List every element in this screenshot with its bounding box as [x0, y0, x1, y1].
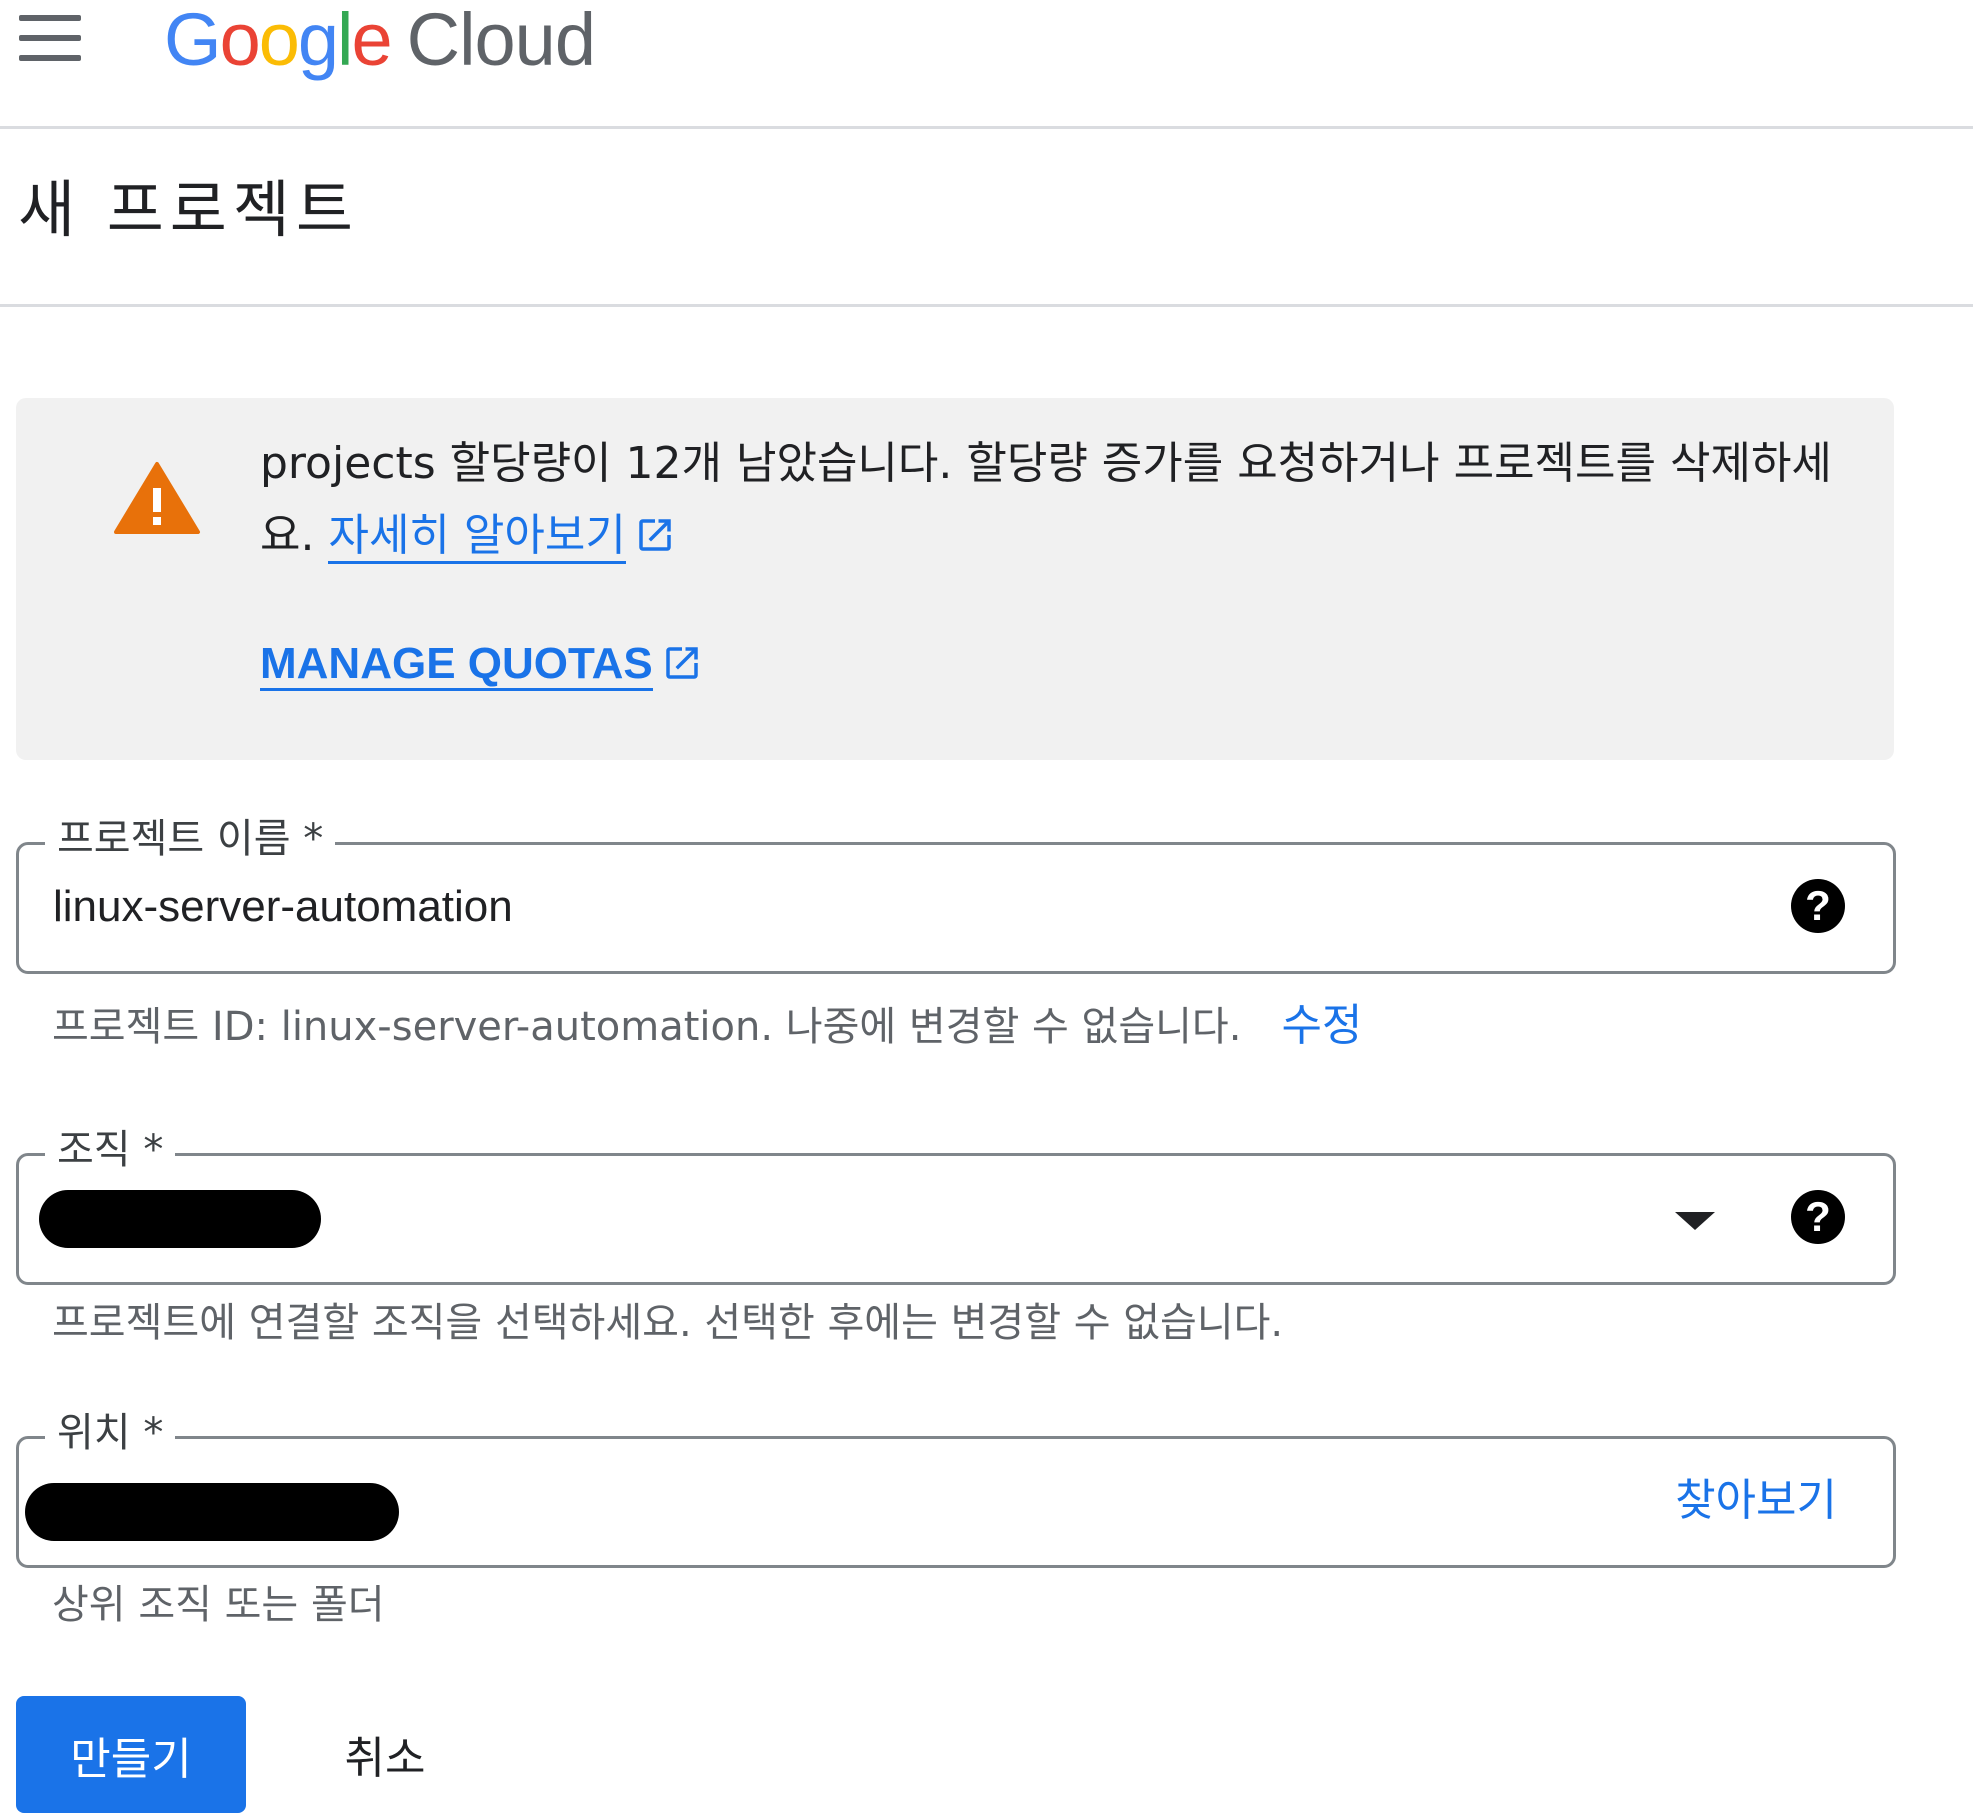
- logo-product-name: Cloud: [406, 0, 596, 81]
- location-helper: 상위 조직 또는 폴더: [52, 1582, 385, 1628]
- project-id-helper: 프로젝트 ID: linux-server-automation. 나중에 변경…: [52, 998, 1362, 1055]
- menu-line: [19, 35, 81, 41]
- warning-icon: [114, 462, 200, 534]
- top-app-bar: Google Cloud: [0, 0, 1973, 129]
- menu-line: [19, 55, 81, 61]
- title-divider: [0, 304, 1973, 307]
- logo-letter: l: [337, 0, 354, 81]
- manage-quotas-label[interactable]: MANAGE QUOTAS: [260, 639, 653, 691]
- manage-quotas-link[interactable]: MANAGE QUOTAS: [260, 634, 703, 694]
- project-id-text: 프로젝트 ID: linux-server-automation. 나중에 변경…: [52, 1004, 1242, 1050]
- organization-select[interactable]: 조직 * ?: [16, 1122, 1896, 1285]
- location-field[interactable]: 위치 * 찾아보기: [16, 1405, 1896, 1568]
- project-name-input[interactable]: [53, 875, 1753, 939]
- quota-warning-text-block: projects 할당량이 12개 남았습니다. 할당량 증가를 요청하거나 프…: [260, 428, 1860, 572]
- logo-letter: G: [164, 0, 222, 81]
- help-icon[interactable]: ?: [1791, 1190, 1845, 1244]
- redacted-location-value: [25, 1483, 399, 1541]
- help-icon[interactable]: ?: [1791, 879, 1845, 933]
- cancel-button[interactable]: 취소: [310, 1706, 460, 1802]
- logo-letter: o: [258, 0, 300, 81]
- organization-helper: 프로젝트에 연결할 조직을 선택하세요. 선택한 후에는 변경할 수 없습니다.: [52, 1300, 1284, 1346]
- logo-letter: o: [219, 0, 261, 81]
- external-link-icon[interactable]: [634, 514, 676, 556]
- page-title: 새 프로젝트: [18, 173, 359, 246]
- menu-line: [19, 15, 81, 21]
- logo-letter: g: [297, 0, 339, 81]
- learn-more-link[interactable]: 자세히 알아보기: [328, 510, 626, 564]
- browse-location-button[interactable]: 찾아보기: [1675, 1469, 1837, 1533]
- dropdown-arrow-icon[interactable]: [1675, 1212, 1715, 1230]
- create-button[interactable]: 만들기: [16, 1696, 246, 1813]
- hamburger-menu-icon[interactable]: [14, 8, 86, 78]
- quota-warning-callout: projects 할당량이 12개 남았습니다. 할당량 증가를 요청하거나 프…: [16, 398, 1894, 760]
- redacted-organization-value: [39, 1190, 321, 1248]
- edit-project-id-link[interactable]: 수정: [1281, 1000, 1362, 1051]
- logo-letter: e: [351, 0, 392, 81]
- external-link-icon[interactable]: [661, 642, 703, 684]
- organization-label: 조직 *: [45, 1122, 176, 1178]
- project-name-field[interactable]: 프로젝트 이름 * ?: [16, 811, 1896, 974]
- location-label: 위치 *: [45, 1405, 176, 1461]
- project-name-label: 프로젝트 이름 *: [45, 811, 336, 867]
- google-cloud-logo[interactable]: Google Cloud: [164, 0, 596, 90]
